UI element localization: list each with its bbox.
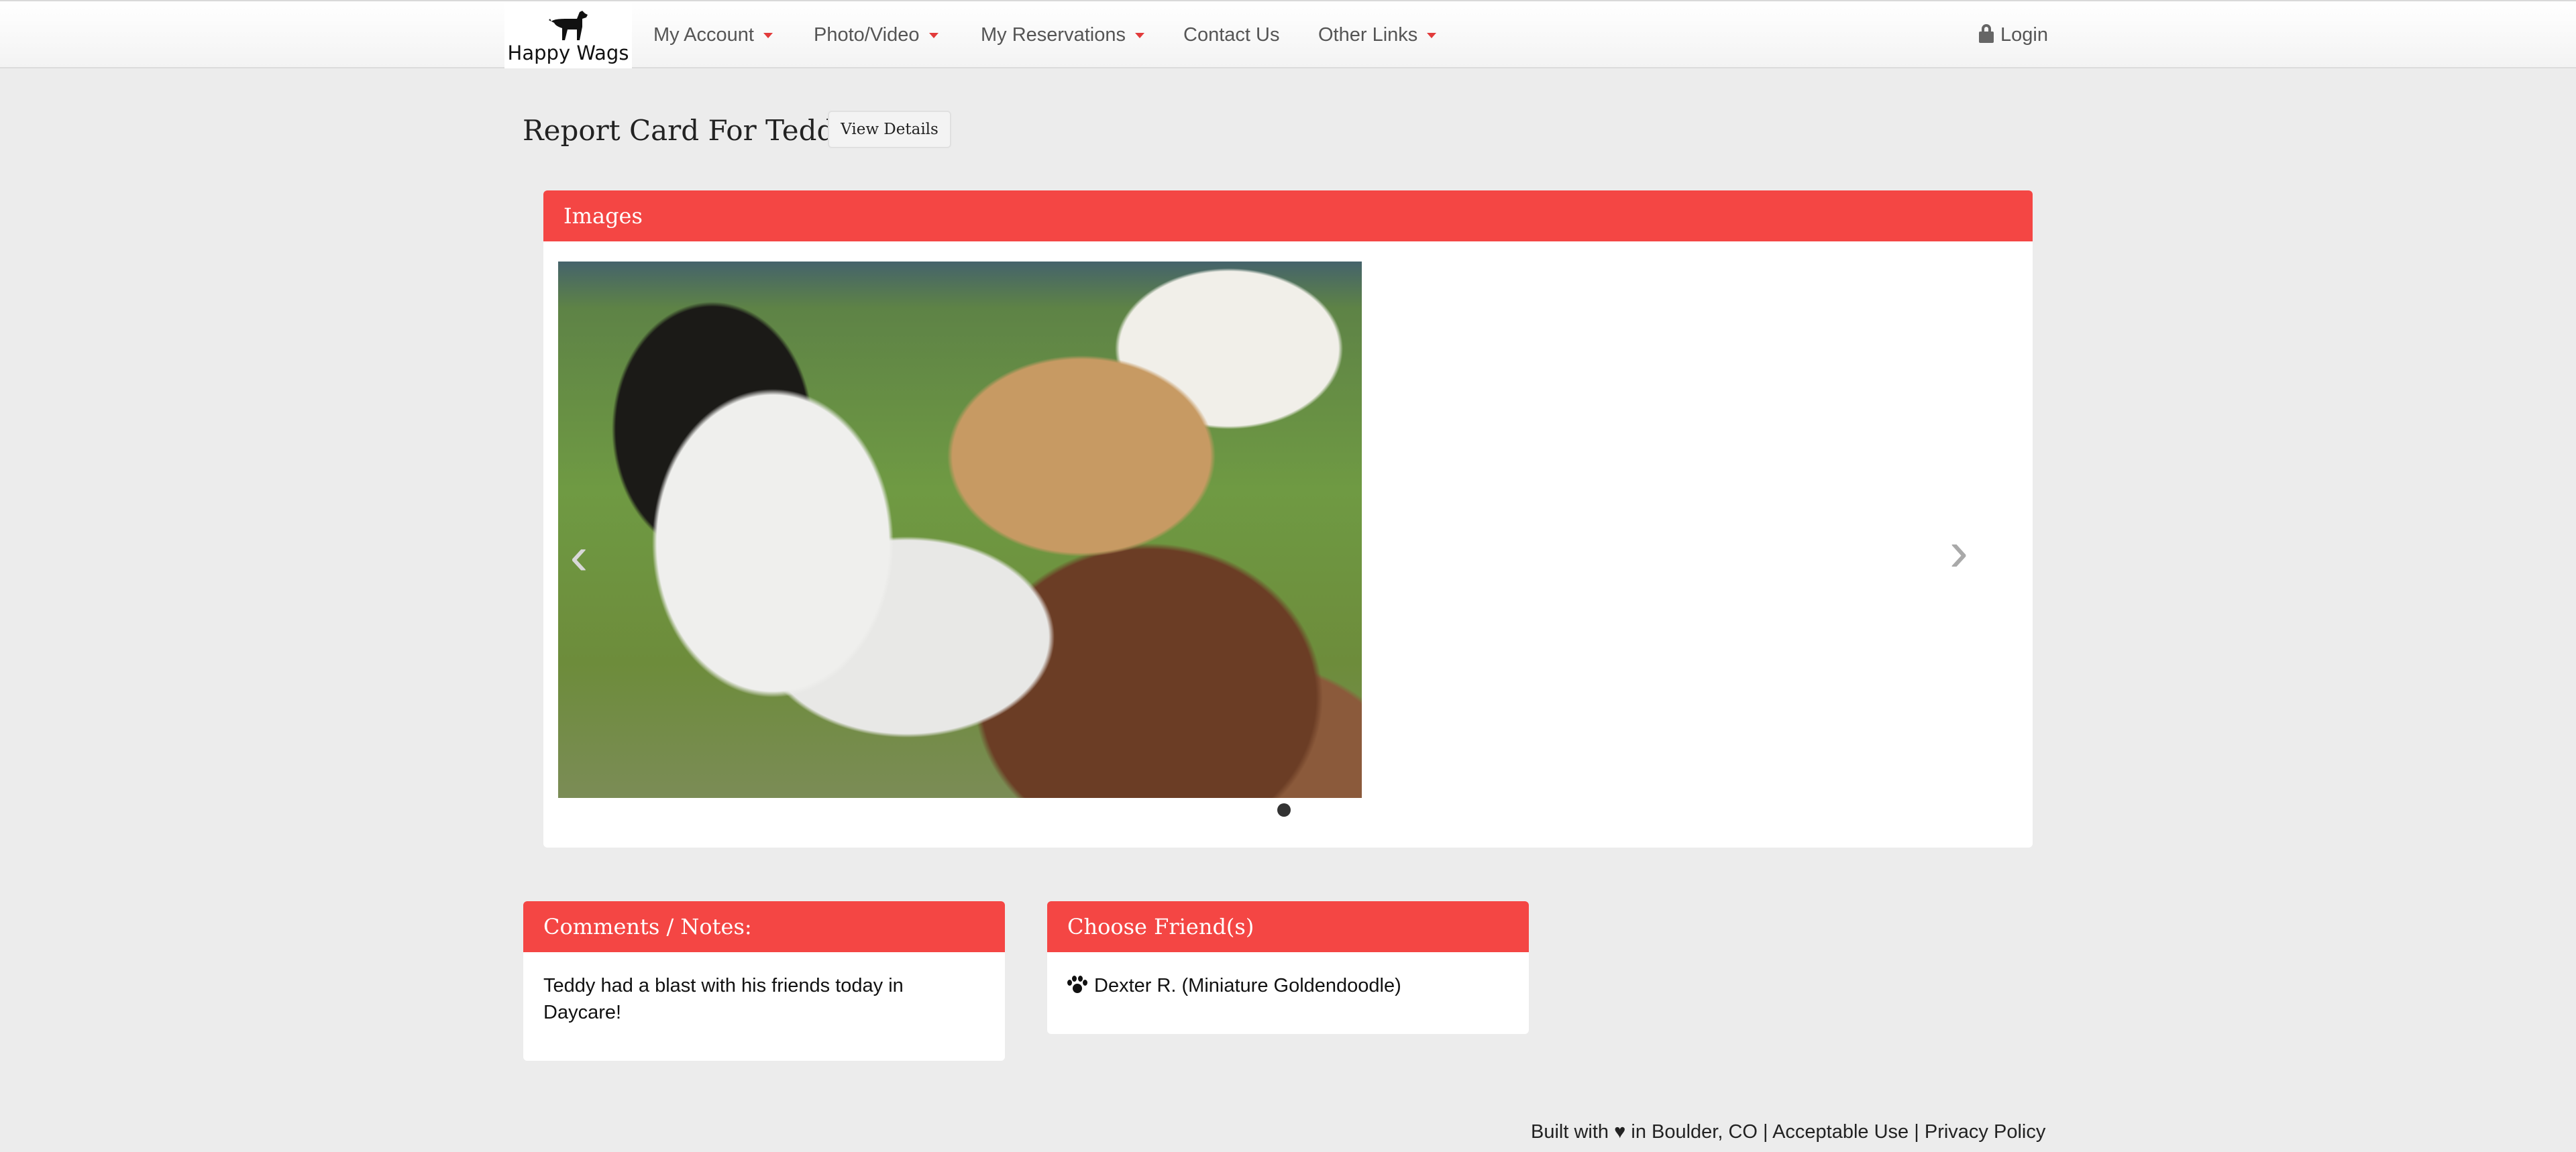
caret-down-icon — [1134, 33, 1144, 39]
nav-other-links-label: Other Links — [1318, 24, 1418, 46]
lock-icon — [1979, 24, 1994, 43]
nav-contact-us[interactable]: Contact Us — [1183, 21, 1279, 48]
brand-logo[interactable]: Happy Wags — [504, 3, 632, 68]
carousel-indicator[interactable] — [1277, 803, 1291, 817]
login-label: Login — [2000, 24, 2048, 46]
paw-icon — [1067, 976, 1087, 994]
images-panel: Images ‹ › — [543, 190, 2033, 848]
comments-panel: Comments / Notes: Teddy had a blast with… — [523, 901, 1005, 1061]
friend-list-item: Dexter R. (Miniature Goldendoodle) — [1067, 972, 1509, 999]
acceptable-use-link[interactable]: Acceptable Use — [1772, 1121, 1909, 1143]
footer-separator: | — [1914, 1121, 1919, 1143]
nav-contact-us-label: Contact Us — [1183, 24, 1280, 46]
privacy-policy-link[interactable]: Privacy Policy — [1925, 1121, 2046, 1143]
friends-panel: Choose Friend(s) Dexter R. (Miniature Go… — [1047, 901, 1529, 1034]
comments-panel-heading: Comments / Notes: — [523, 901, 1005, 952]
view-details-button[interactable]: View Details — [828, 111, 951, 148]
page-title: Report Card For Teddy — [523, 114, 851, 147]
dog-icon — [549, 11, 588, 40]
footer-built-with: Built with ♥ in Boulder, CO — [1531, 1121, 1758, 1143]
nav-my-account[interactable]: My Account — [653, 21, 773, 48]
comments-text: Teddy had a blast with his friends today… — [543, 975, 904, 1023]
nav-photo-video-label: Photo/Video — [814, 24, 920, 46]
nav-my-reservations[interactable]: My Reservations — [981, 21, 1144, 48]
friend-name: Dexter R. (Miniature Goldendoodle) — [1094, 975, 1401, 996]
carousel-photo[interactable] — [558, 262, 1362, 798]
login-link[interactable]: Login — [1979, 21, 2048, 48]
nav-my-account-label: My Account — [653, 24, 754, 46]
images-panel-heading: Images — [543, 190, 2033, 241]
footer: Built with ♥ in Boulder, CO | Acceptable… — [1531, 1121, 2045, 1143]
nav-photo-video[interactable]: Photo/Video — [814, 21, 938, 48]
caret-down-icon — [1427, 33, 1437, 39]
nav-my-reservations-label: My Reservations — [981, 24, 1126, 46]
brand-name: Happy Wags — [507, 42, 629, 64]
carousel-next-icon[interactable]: › — [1939, 519, 1979, 583]
friends-panel-heading: Choose Friend(s) — [1047, 901, 1529, 952]
caret-down-icon — [763, 33, 773, 39]
caret-down-icon — [928, 33, 938, 39]
nav-other-links[interactable]: Other Links — [1318, 21, 1437, 48]
top-navbar: Happy Wags My Account Photo/Video My Res… — [0, 0, 2576, 68]
footer-separator: | — [1763, 1121, 1768, 1143]
carousel-prev-icon[interactable]: ‹ — [564, 526, 594, 586]
